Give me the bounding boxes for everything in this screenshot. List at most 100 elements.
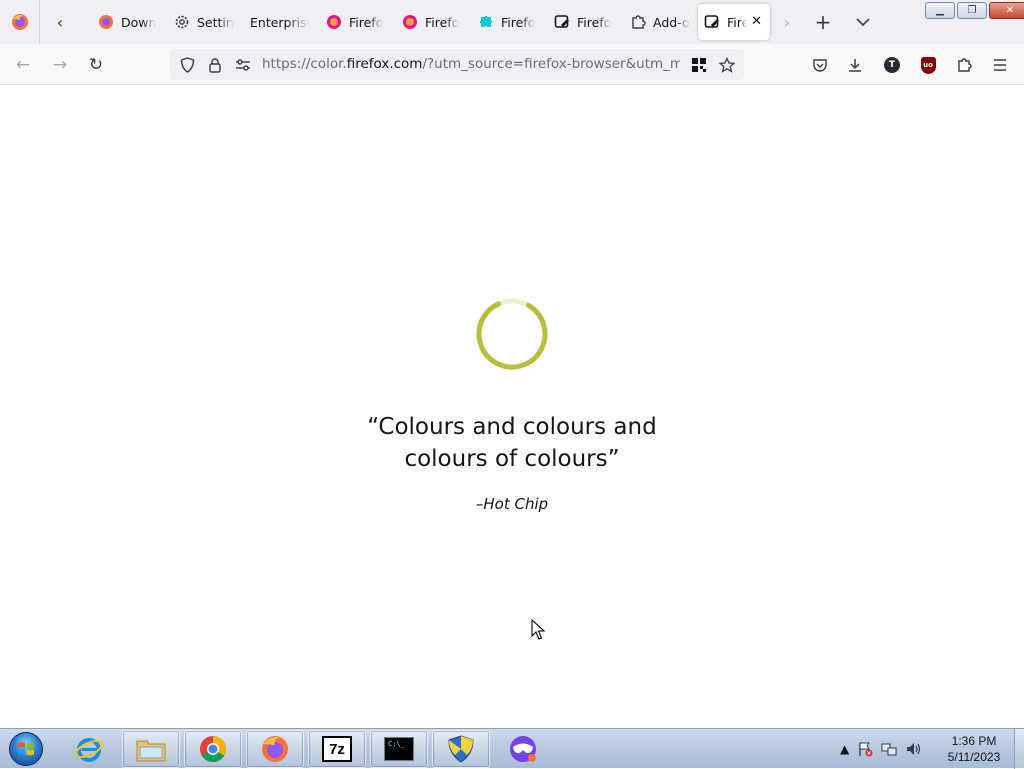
firefox-view-button[interactable] xyxy=(0,0,40,44)
tab-label: Firefo xyxy=(577,14,612,30)
new-tab-button[interactable]: + xyxy=(808,7,838,37)
tab-colorways-active[interactable]: Fire ✕ xyxy=(698,4,770,40)
permissions-icon[interactable] xyxy=(232,54,254,76)
lock-icon[interactable] xyxy=(204,54,226,76)
pocket-button[interactable] xyxy=(805,50,835,80)
taskbar-internet-explorer[interactable] xyxy=(60,730,118,768)
chrome-icon xyxy=(200,736,227,763)
taskbar-7zip[interactable]: 7z xyxy=(308,730,366,768)
uac-shield-icon xyxy=(448,735,474,763)
show-hidden-icons-arrow-icon[interactable]: ▲ xyxy=(840,742,849,756)
private-browsing-icon xyxy=(510,736,536,762)
chevron-left-icon: ‹ xyxy=(56,12,64,32)
puzzle-colorful-icon xyxy=(480,16,492,27)
app-menu-button[interactable] xyxy=(985,50,1015,80)
start-button[interactable] xyxy=(6,731,46,767)
minimize-button[interactable]: ▁ xyxy=(925,2,955,19)
back-button[interactable]: ← xyxy=(8,50,38,80)
url-domain: firefox.com xyxy=(346,56,423,72)
url-text[interactable]: https://color.firefox.com/?utm_source=fi… xyxy=(262,56,680,72)
extensions-button[interactable] xyxy=(949,50,979,80)
7zip-icon: 7z xyxy=(322,736,352,762)
reload-button[interactable]: ↻ xyxy=(81,50,111,80)
downloads-button[interactable] xyxy=(840,50,870,80)
system-tray: ▲ xyxy=(840,737,921,761)
taskbar-firefox[interactable] xyxy=(246,730,304,768)
forward-button[interactable]: → xyxy=(45,50,75,80)
clock-date: 5/11/2023 xyxy=(947,750,1001,764)
reload-icon: ↻ xyxy=(88,55,104,75)
account-button[interactable]: T xyxy=(877,50,907,80)
show-desktop-button[interactable] xyxy=(1014,729,1024,769)
tab-strip: ‹ Down Settin Enterprise Firefo Firefo F… xyxy=(0,0,1024,44)
navigation-toolbar: ← → ↻ https://color.firefox.com/?utm_sou… xyxy=(0,44,1024,85)
plus-icon: + xyxy=(814,10,832,34)
arrow-right-icon: → xyxy=(52,55,68,75)
minimize-icon: ▁ xyxy=(936,5,944,16)
tab-firefox-2[interactable]: Firefo xyxy=(396,4,462,40)
tab-firefox-3[interactable]: Firefo xyxy=(472,4,538,40)
bookmark-star-icon[interactable] xyxy=(716,54,738,76)
action-center-flag-icon[interactable] xyxy=(857,741,873,757)
restore-icon: ❐ xyxy=(967,5,977,16)
puzzle-icon xyxy=(958,58,972,72)
tab-scroll-right-button[interactable]: › xyxy=(772,7,802,37)
restore-button[interactable]: ❐ xyxy=(957,2,987,19)
taskbar-file-explorer[interactable] xyxy=(122,730,180,768)
qr-code-icon[interactable] xyxy=(688,54,710,76)
tab-settings[interactable]: Settin xyxy=(168,4,234,40)
volume-icon[interactable] xyxy=(905,741,921,757)
close-window-button[interactable]: ✕ xyxy=(989,2,1024,19)
ublock-origin-button[interactable]: uo xyxy=(913,50,943,80)
close-icon[interactable]: ✕ xyxy=(751,14,762,29)
tab-label: Enterprise xyxy=(250,14,310,30)
tab-scroll-left-button[interactable]: ‹ xyxy=(44,7,76,37)
terminal-icon: C:\_ xyxy=(384,737,414,761)
folder-icon xyxy=(136,740,166,762)
tab-enterprise[interactable]: Enterprise xyxy=(244,4,310,40)
chevron-down-icon xyxy=(856,18,870,27)
tab-label: Fire xyxy=(727,14,747,30)
terminal-prompt: C:\_ xyxy=(388,740,405,748)
firefox-icon xyxy=(11,14,28,30)
tab-firefox-1[interactable]: Firefo xyxy=(320,4,386,40)
tab-label: Firefo xyxy=(501,14,536,30)
avatar: T xyxy=(884,57,900,73)
tab-downloads[interactable]: Down xyxy=(92,4,158,40)
taskbar-firefox-private[interactable] xyxy=(494,730,552,768)
tab-label: Firefo xyxy=(425,14,460,30)
windows-taskbar: 7z C:\_ ▲ 1:36 PM 5/11/2023 xyxy=(0,728,1024,769)
firefox-icon xyxy=(99,15,113,29)
firefox-beta-icon xyxy=(327,15,341,29)
taskbar-security-shield[interactable] xyxy=(432,730,490,768)
url-bar[interactable]: https://color.firefox.com/?utm_source=fi… xyxy=(170,49,744,80)
list-all-tabs-button[interactable] xyxy=(848,7,878,37)
ublock-shield-icon: uo xyxy=(920,56,936,74)
page-content: “Colours and colours and colours of colo… xyxy=(0,85,1024,728)
internet-explorer-icon xyxy=(75,738,103,762)
tab-firefox-4[interactable]: Firefo xyxy=(548,4,614,40)
close-icon: ✕ xyxy=(1005,5,1015,16)
firefox-icon xyxy=(262,736,288,762)
arrow-left-icon: ← xyxy=(15,55,31,75)
network-icon[interactable] xyxy=(881,741,897,757)
url-path: /?utm_source=firefox-browser&utm_medium xyxy=(422,56,680,72)
taskbar-clock[interactable]: 1:36 PM 5/11/2023 xyxy=(938,733,1010,765)
url-prefix: https://color. xyxy=(262,56,347,72)
colorway-icon xyxy=(554,15,569,28)
download-icon xyxy=(849,59,861,72)
tab-label: Add-o xyxy=(653,14,690,30)
windows-logo-icon xyxy=(9,732,43,766)
tab-label: Down xyxy=(121,14,157,30)
taskbar-chrome[interactable] xyxy=(184,730,242,768)
quote-line: “Colours and colours and xyxy=(367,414,657,440)
colorway-icon xyxy=(704,15,719,28)
clock-time: 1:36 PM xyxy=(951,734,997,748)
quote-line: colours of colours” xyxy=(404,446,620,472)
tab-add-ons[interactable]: Add-o xyxy=(624,4,690,40)
pocket-icon xyxy=(813,59,827,72)
7zip-label: 7z xyxy=(329,740,345,758)
tracking-protection-icon[interactable] xyxy=(176,54,198,76)
taskbar-command-prompt[interactable]: C:\_ xyxy=(370,730,428,768)
quote-author: –Hot Chip xyxy=(475,495,549,513)
